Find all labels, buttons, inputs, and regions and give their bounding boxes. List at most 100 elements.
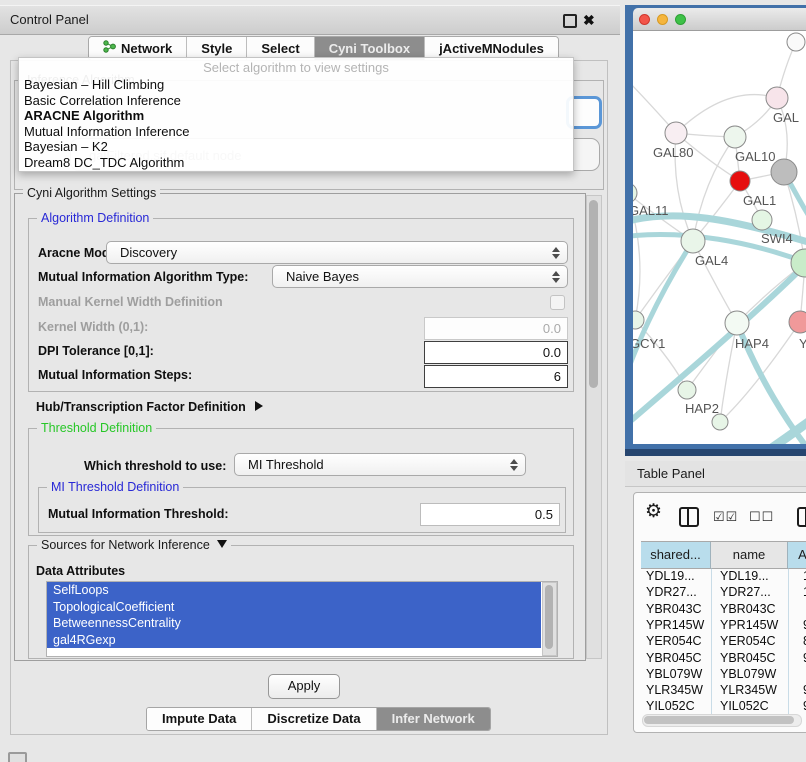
column-header-2[interactable]: name — [711, 542, 788, 568]
split-columns-icon[interactable] — [679, 507, 699, 527]
algorithm-option[interactable]: Bayesian – Hill Climbing — [19, 77, 573, 93]
deselect-all-checks-icon[interactable]: ☐☐ — [749, 509, 774, 525]
algorithm-option[interactable]: Dream8 DC_TDC Algorithm — [19, 155, 573, 171]
table-row[interactable]: YDR27...YDR27...12 — [641, 584, 806, 600]
attributes-scrollbar-thumb[interactable] — [545, 585, 553, 649]
table-cell[interactable]: YER054C — [641, 633, 713, 649]
table-cell[interactable]: 13 — [793, 568, 806, 584]
expanded-arrow-icon[interactable] — [217, 540, 227, 548]
mi-threshold-field[interactable]: 0.5 — [420, 503, 560, 526]
network-view-window: GALGAL80GAL10GAL11GAL1SWI4GAL4GCY1HAP4YH… — [625, 5, 806, 456]
network-node-gal80[interactable] — [665, 122, 687, 144]
mi-type-value: Naive Bayes — [286, 269, 359, 284]
network-node-gcy1[interactable] — [633, 311, 644, 329]
settings-scrollbar[interactable] — [586, 195, 602, 659]
algorithm-option[interactable]: ARACNE Algorithm — [19, 108, 573, 124]
table-row[interactable]: YLR345WYLR345W9. — [641, 682, 806, 698]
bottom-tab-infer-network[interactable]: Infer Network — [377, 708, 490, 730]
table-cell[interactable]: YIL052C — [713, 698, 793, 714]
table-hscrollbar-thumb[interactable] — [644, 716, 794, 724]
network-node[interactable] — [712, 414, 728, 430]
column-header-1[interactable]: shared... — [641, 542, 711, 568]
table-row[interactable]: YER054CYER054C8. — [641, 633, 806, 649]
table-cell[interactable]: YDR27... — [713, 584, 793, 600]
network-node-hap2[interactable] — [678, 381, 696, 399]
network-node[interactable] — [730, 171, 750, 191]
table-row[interactable]: YBR043CYBR043C — [641, 601, 806, 617]
network-node-gal1[interactable] — [752, 210, 772, 230]
node-label: SWI4 — [761, 231, 793, 246]
network-node[interactable] — [787, 33, 805, 51]
table-cell[interactable]: YLR345W — [713, 682, 793, 698]
table-cell[interactable]: 8. — [793, 633, 806, 649]
network-node[interactable] — [771, 159, 797, 185]
dpi-tolerance-field[interactable]: 0.0 — [424, 341, 568, 364]
aracne-mode-combobox[interactable]: Discovery — [106, 241, 568, 264]
data-attribute-item[interactable]: SelfLoops — [47, 582, 541, 599]
table-row[interactable]: YBR045CYBR045C9. — [641, 650, 806, 666]
table-cell[interactable]: YBR043C — [713, 601, 793, 617]
column-header-3[interactable]: A — [788, 542, 806, 568]
settings-scrollbar-thumb[interactable] — [589, 200, 598, 388]
algorithm-option[interactable]: Bayesian – K2 — [19, 139, 573, 155]
table-cell[interactable]: YDL19... — [713, 568, 793, 584]
network-node-y[interactable] — [789, 311, 806, 333]
table-cell[interactable]: 9. — [793, 650, 806, 666]
network-node-hap4[interactable] — [725, 311, 749, 335]
table-cell[interactable] — [793, 601, 806, 617]
network-canvas[interactable]: GALGAL80GAL10GAL11GAL1SWI4GAL4GCY1HAP4YH… — [633, 31, 806, 444]
table-cell[interactable]: YER054C — [713, 633, 793, 649]
minimize-window-icon[interactable] — [657, 14, 668, 25]
network-node-gal[interactable] — [766, 87, 788, 109]
mi-steps-field[interactable]: 6 — [424, 365, 568, 388]
table-options-icon[interactable] — [797, 507, 806, 527]
table-row[interactable]: YPR145WYPR145W9. — [641, 617, 806, 633]
gear-icon[interactable]: ⚙ — [645, 500, 662, 523]
close-panel-icon[interactable]: ✖ — [583, 10, 595, 30]
mi-type-combobox[interactable]: Naive Bayes — [272, 265, 568, 288]
docked-panel-icon[interactable] — [8, 752, 27, 762]
select-all-checks-icon[interactable]: ☑☑ — [713, 509, 738, 525]
table-cell[interactable]: YDL19... — [641, 568, 713, 584]
table-cell[interactable]: 9. — [793, 617, 806, 633]
table-hscrollbar[interactable] — [642, 714, 802, 727]
table-cell[interactable]: YBL079W — [641, 666, 713, 682]
table-cell[interactable]: 12 — [793, 584, 806, 600]
table-cell[interactable]: YBR045C — [641, 650, 713, 666]
table-row[interactable]: YIL052CYIL052C9. — [641, 698, 806, 714]
bottom-tab-discretize-data[interactable]: Discretize Data — [252, 708, 376, 730]
data-attribute-item[interactable]: TopologicalCoefficient — [47, 599, 541, 616]
table-cell[interactable]: YLR345W — [641, 682, 713, 698]
apply-button[interactable]: Apply — [268, 674, 340, 699]
network-node-gal4[interactable] — [681, 229, 705, 253]
data-attributes-list: SelfLoopsTopologicalCoefficientBetweenne… — [46, 581, 558, 657]
network-window-titlebar[interactable] — [633, 8, 806, 31]
manual-kernel-checkbox[interactable] — [550, 295, 565, 310]
close-window-icon[interactable] — [639, 14, 650, 25]
zoom-window-icon[interactable] — [675, 14, 686, 25]
table-cell[interactable]: YBR045C — [713, 650, 793, 666]
table-cell[interactable]: YBR043C — [641, 601, 713, 617]
kernel-width-field[interactable]: 0.0 — [424, 317, 568, 340]
bottom-tab-impute-data[interactable]: Impute Data — [147, 708, 252, 730]
network-node-gal10[interactable] — [724, 126, 746, 148]
bottom-tab-bar: Impute DataDiscretize DataInfer Network — [146, 707, 491, 731]
which-threshold-combobox[interactable]: MI Threshold — [234, 453, 526, 476]
table-cell[interactable]: YPR145W — [641, 617, 713, 633]
algorithm-option[interactable]: Mutual Information Inference — [19, 124, 573, 140]
data-attribute-item[interactable]: BetweennessCentrality — [47, 615, 541, 632]
data-attribute-item[interactable]: gal4RGexp — [47, 632, 541, 649]
table-cell[interactable]: 9. — [793, 698, 806, 714]
table-row[interactable]: YBL079WYBL079W — [641, 666, 806, 682]
table-row[interactable]: YDL19...YDL19...13 — [641, 568, 806, 584]
table-cell[interactable]: YIL052C — [641, 698, 713, 714]
table-cell[interactable]: YPR145W — [713, 617, 793, 633]
attributes-scrollbar[interactable] — [542, 582, 557, 656]
algorithm-option[interactable]: Basic Correlation Inference — [19, 93, 573, 109]
table-cell[interactable] — [793, 666, 806, 682]
float-panel-icon[interactable] — [563, 14, 577, 28]
table-cell[interactable]: YDR27... — [641, 584, 713, 600]
table-cell[interactable]: YBL079W — [713, 666, 793, 682]
table-cell[interactable]: 9. — [793, 682, 806, 698]
hub-definition-toggle[interactable]: Hub/Transcription Factor Definition — [36, 398, 263, 414]
